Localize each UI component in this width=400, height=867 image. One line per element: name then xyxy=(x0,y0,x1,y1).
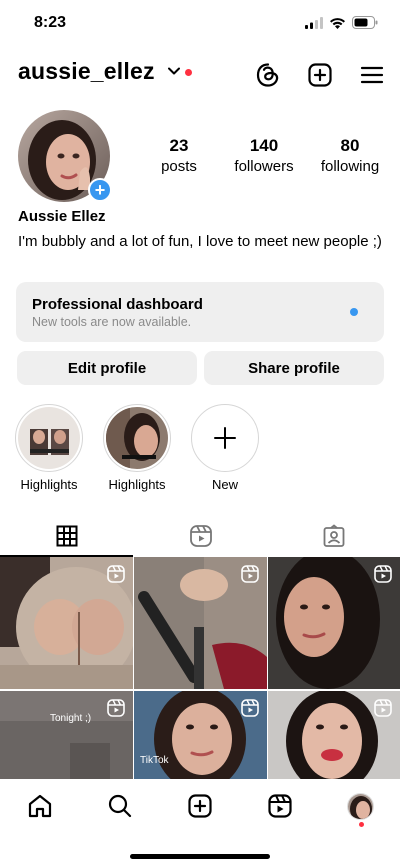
highlight-cover xyxy=(106,407,168,469)
edit-profile-button[interactable]: Edit profile xyxy=(17,351,197,385)
new-highlight-label: New xyxy=(211,477,238,492)
post-thumbnail[interactable] xyxy=(134,557,267,689)
reel-indicator-icon xyxy=(374,699,392,717)
tab-posts-grid[interactable] xyxy=(0,515,133,557)
battery-icon xyxy=(352,16,378,29)
notification-dot xyxy=(185,69,192,76)
reels-icon xyxy=(268,794,292,818)
nav-search[interactable] xyxy=(106,792,134,820)
status-bar: 8:23 xyxy=(0,0,400,48)
reel-indicator-icon xyxy=(241,565,259,583)
reel-indicator-icon xyxy=(374,565,392,583)
highlight-item[interactable]: Highlights xyxy=(14,404,84,492)
menu-icon[interactable] xyxy=(359,62,385,88)
highlight-item[interactable]: Highlights xyxy=(102,404,172,492)
nav-create[interactable] xyxy=(186,792,214,820)
followers-label: followers xyxy=(234,158,294,175)
dashboard-title: Professional dashboard xyxy=(32,296,203,313)
reels-icon xyxy=(189,525,212,547)
reel-indicator-icon xyxy=(107,565,125,583)
tagged-icon xyxy=(323,524,344,547)
status-time: 8:23 xyxy=(34,14,67,31)
highlight-label: Highlights xyxy=(108,477,166,492)
wifi-icon xyxy=(330,17,345,29)
tiktok-watermark: TikTok xyxy=(140,755,169,766)
create-post-icon[interactable] xyxy=(307,62,333,88)
dashboard-subtitle: New tools are now available. xyxy=(32,315,192,329)
following-count: 80 xyxy=(340,136,360,155)
nav-reels[interactable] xyxy=(266,792,294,820)
stat-followers[interactable]: 140 followers xyxy=(228,136,300,175)
posts-count: 23 xyxy=(169,136,189,155)
bottom-navigation xyxy=(0,780,400,832)
dashboard-unread-dot xyxy=(350,308,358,316)
create-icon xyxy=(188,794,212,818)
tab-tagged[interactable] xyxy=(267,515,400,557)
new-highlight[interactable]: New xyxy=(190,404,260,492)
share-profile-button[interactable]: Share profile xyxy=(204,351,384,385)
profile-avatar-container[interactable]: + xyxy=(18,110,112,202)
threads-icon[interactable] xyxy=(255,62,281,88)
profile-avatar-small xyxy=(346,792,374,820)
new-highlight-ring[interactable] xyxy=(191,404,259,472)
plus-icon xyxy=(214,427,236,449)
profile-tabs xyxy=(0,515,400,557)
highlight-cover xyxy=(18,407,80,469)
status-icons xyxy=(305,16,378,29)
add-story-button[interactable]: + xyxy=(88,178,112,202)
highlight-ring[interactable] xyxy=(103,404,171,472)
nav-profile[interactable] xyxy=(346,792,374,820)
bio-text: I'm bubbly and a lot of fun, I love to m… xyxy=(18,233,382,250)
posts-label: posts xyxy=(161,158,197,175)
home-indicator[interactable] xyxy=(130,854,270,859)
profile-notification-dot xyxy=(359,822,364,827)
stat-following[interactable]: 80 following xyxy=(314,136,386,175)
followers-count: 140 xyxy=(249,136,279,155)
post-thumbnail[interactable] xyxy=(0,557,133,689)
highlight-label: Highlights xyxy=(20,477,78,492)
profile-header: aussie_ellez xyxy=(0,58,400,92)
post-caption: Tonight ;) xyxy=(50,713,92,724)
reel-indicator-icon xyxy=(241,699,259,717)
home-icon xyxy=(28,794,52,818)
professional-dashboard[interactable]: Professional dashboard New tools are now… xyxy=(16,282,384,342)
tab-reels[interactable] xyxy=(134,515,267,557)
signal-icon xyxy=(305,16,323,29)
username[interactable]: aussie_ellez xyxy=(18,58,155,85)
grid-icon xyxy=(56,525,77,547)
post-thumbnail[interactable] xyxy=(268,557,400,689)
following-label: following xyxy=(320,158,380,175)
display-name: Aussie Ellez xyxy=(18,208,106,225)
search-icon xyxy=(108,794,132,818)
nav-home[interactable] xyxy=(26,792,54,820)
reel-indicator-icon xyxy=(107,699,125,717)
chevron-down-icon[interactable] xyxy=(168,67,180,75)
stat-posts[interactable]: 23 posts xyxy=(152,136,206,175)
highlight-ring[interactable] xyxy=(15,404,83,472)
